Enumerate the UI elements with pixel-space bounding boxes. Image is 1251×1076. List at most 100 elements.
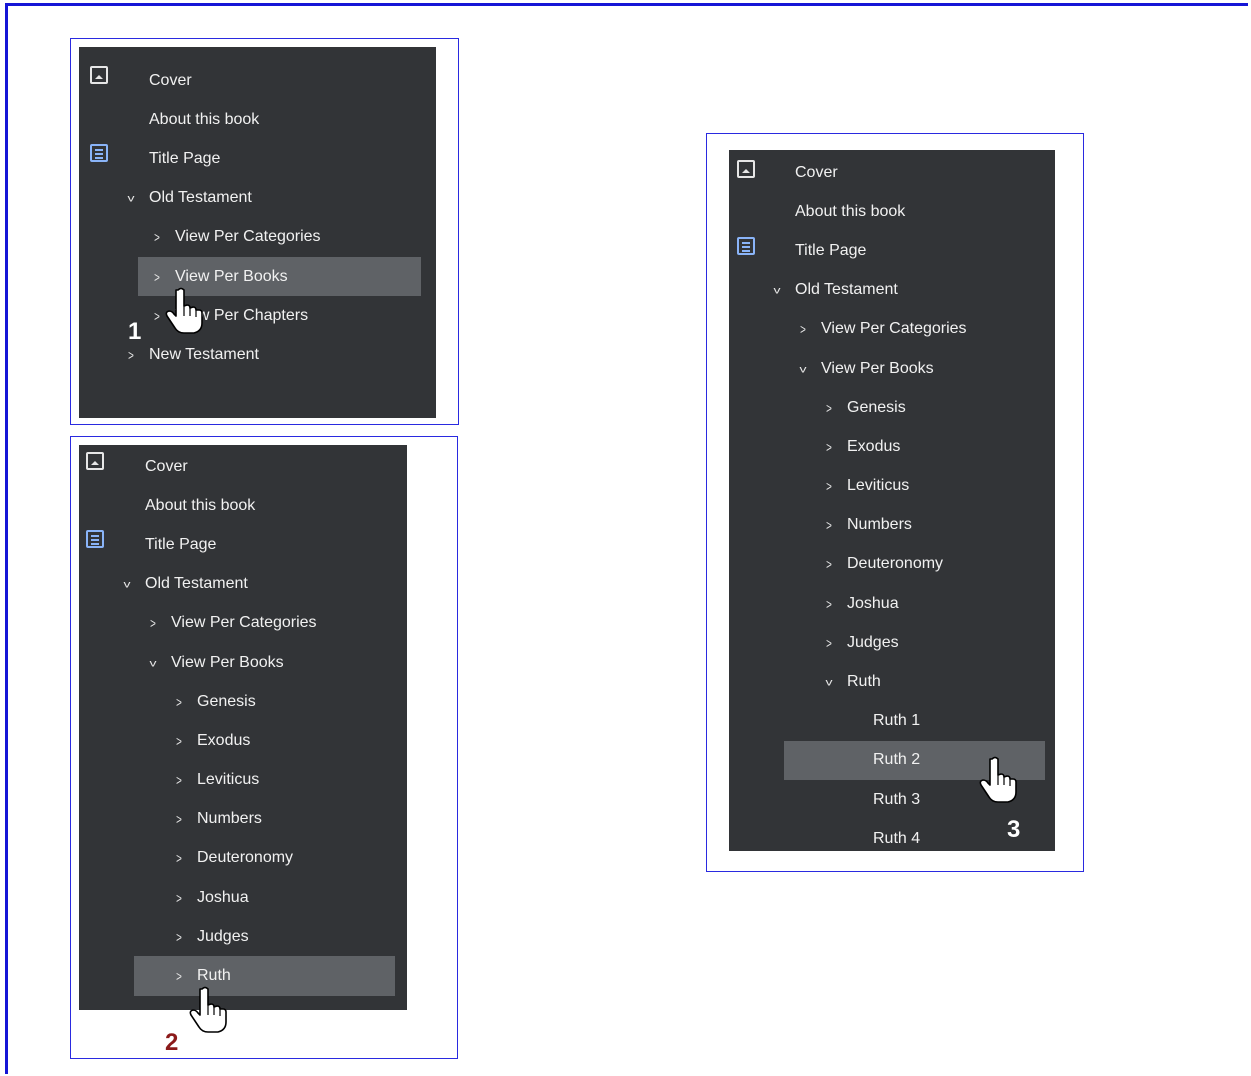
chevron-right-icon: > [826, 517, 832, 534]
toc-item-label: View Per Categories [171, 614, 317, 632]
toc-item[interactable]: > View Per Books [79, 256, 436, 297]
toc-item[interactable]: > Joshua [79, 878, 407, 917]
toc-item[interactable]: > View Per Categories [79, 218, 436, 257]
chevron-right-icon: > [176, 772, 182, 789]
chevron-right-icon: > [176, 693, 182, 710]
chevron-right-icon: > [826, 634, 832, 651]
toc-item[interactable]: > Judges [79, 917, 407, 956]
toc-item-label: Deuteronomy [197, 849, 294, 867]
toc-item-label: Ruth [197, 967, 231, 985]
toc-item-label: Old Testament [145, 575, 248, 593]
toc-item-label: View Per Books [171, 653, 284, 671]
chevron-right-icon: > [150, 615, 156, 632]
chevron-down-icon: v [799, 362, 807, 375]
toc-item[interactable]: > Deuteronomy [729, 545, 1055, 584]
chevron-right-icon: > [826, 556, 832, 573]
toc-item-label: Numbers [847, 516, 912, 534]
toc-item[interactable]: > Joshua [729, 584, 1055, 623]
toc-item-label: About this book [795, 202, 906, 220]
toc-item[interactable]: > Exodus [79, 721, 407, 760]
toc-item[interactable]: > Exodus [729, 427, 1055, 466]
toc-item[interactable]: About this book [79, 100, 436, 139]
toc-item-label: Joshua [847, 594, 899, 612]
toc-item[interactable]: v Old Testament [79, 179, 436, 218]
toc-item-label: Deuteronomy [847, 555, 944, 573]
chevron-right-icon: > [826, 478, 832, 495]
toc-item-label: Old Testament [795, 281, 898, 299]
toc-item[interactable]: About this book [729, 192, 1055, 231]
nav-panel-1: Cover About this book Title Page v Old Testa… [79, 47, 436, 418]
toc-item[interactable]: Cover [79, 447, 407, 486]
toc-item-label: About this book [149, 110, 260, 128]
toc-item[interactable]: > Numbers [729, 506, 1055, 545]
toc-item[interactable]: v View Per Books [79, 643, 407, 682]
step-2-label: 2 [165, 1029, 179, 1056]
toc-item-label: Judges [847, 633, 899, 651]
toc-item-label: Ruth 4 [873, 829, 921, 847]
toc-item[interactable]: > Deuteronomy [79, 839, 407, 878]
toc-item-label: Ruth 2 [873, 751, 921, 769]
toc-tree-2: Cover About this book Title Page v Old Testa… [79, 447, 407, 996]
toc-item-label: Cover [149, 71, 192, 89]
chevron-down-icon: v [773, 284, 781, 296]
toc-item[interactable]: > View Per Categories [729, 310, 1055, 349]
toc-item[interactable]: > Ruth [79, 956, 407, 996]
chevron-right-icon: > [154, 307, 160, 324]
panel-3-frame: Cover About this book Title Page v Old Testa… [706, 133, 1084, 872]
toc-item[interactable]: v View Per Books [729, 349, 1055, 388]
hand-cursor-icon [979, 756, 1017, 803]
toc-item[interactable]: > Leviticus [79, 761, 407, 800]
toc-item[interactable]: Ruth 1 [729, 702, 1055, 741]
toc-item[interactable]: v Old Testament [729, 271, 1055, 310]
toc-item-label: Title Page [149, 149, 221, 167]
toc-item[interactable]: About this book [79, 486, 407, 525]
panel-2-frame: Cover About this book Title Page v Old Testa… [70, 436, 458, 1059]
toc-item-label: Cover [795, 163, 838, 181]
toc-item-label: Title Page [795, 241, 867, 259]
chevron-right-icon: > [826, 438, 832, 455]
toc-item-label: View Per Books [175, 267, 288, 285]
toc-item[interactable]: > Leviticus [729, 467, 1055, 506]
panel-1-frame: Cover About this book Title Page v Old Testa… [70, 38, 459, 425]
toc-item-label: Judges [197, 927, 249, 945]
toc-item-label: New Testament [149, 345, 259, 363]
hand-cursor-icon [189, 986, 227, 1033]
nav-panel-2: Cover About this book Title Page v Old Testa… [79, 445, 407, 1010]
toc-item[interactable]: v Old Testament [79, 565, 407, 604]
chevron-right-icon: > [176, 889, 182, 906]
toc-item[interactable]: > Numbers [79, 800, 407, 839]
toc-item[interactable]: > Genesis [729, 388, 1055, 427]
chevron-right-icon: > [154, 268, 160, 285]
chevron-down-icon: v [825, 676, 833, 688]
step-1-label: 1 [128, 318, 142, 345]
toc-item[interactable]: Title Page [729, 231, 1055, 270]
chevron-right-icon: > [176, 968, 182, 985]
toc-item-label: View Per Categories [821, 320, 967, 338]
chevron-right-icon: > [826, 399, 832, 416]
toc-item-label: Exodus [847, 437, 901, 455]
chevron-right-icon: > [176, 928, 182, 945]
chevron-right-icon: > [176, 850, 182, 867]
toc-item-label: View Per Books [821, 359, 934, 377]
toc-item[interactable]: Title Page [79, 139, 436, 178]
toc-item-label: Ruth 1 [873, 712, 921, 730]
toc-item[interactable]: v Ruth [729, 662, 1055, 701]
toc-item[interactable]: Cover [729, 153, 1055, 192]
toc-item[interactable]: Title Page [79, 525, 407, 564]
toc-item-label: Genesis [847, 398, 906, 416]
toc-item-label: Joshua [197, 888, 249, 906]
toc-item-label: Title Page [145, 535, 217, 553]
toc-item[interactable]: > Genesis [79, 682, 407, 721]
toc-item[interactable]: > Judges [729, 623, 1055, 662]
toc-item-label: Ruth 3 [873, 790, 921, 808]
toc-item-label: Numbers [197, 810, 262, 828]
toc-item[interactable]: Cover [79, 61, 436, 100]
chevron-down-icon: v [127, 192, 135, 204]
toc-item[interactable]: > View Per Categories [79, 604, 407, 643]
toc-item-label: View Per Categories [175, 228, 321, 246]
toc-item-label: Genesis [197, 692, 256, 710]
toc-item-label: Ruth [847, 673, 881, 691]
nav-panel-3: Cover About this book Title Page v Old Testa… [729, 150, 1055, 851]
toc-item-label: Cover [145, 457, 188, 475]
toc-item-label: Old Testament [149, 189, 252, 207]
